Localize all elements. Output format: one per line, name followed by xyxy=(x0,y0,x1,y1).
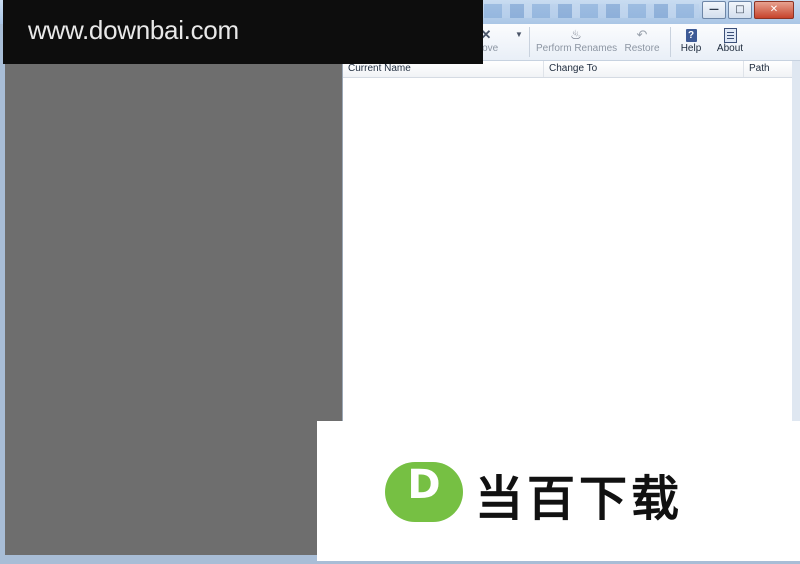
help-button[interactable]: ? Help xyxy=(676,26,706,58)
column-header-change-to[interactable]: Change To xyxy=(544,61,744,77)
maximize-button[interactable]: □ xyxy=(728,1,752,19)
window-frame-right xyxy=(792,61,800,421)
perform-renames-icon: ♨ xyxy=(570,27,582,42)
help-label: Help xyxy=(680,43,702,54)
toolbar-separator xyxy=(670,27,671,57)
rename-list[interactable]: Current Name Change To Path xyxy=(342,61,793,421)
help-icon: ? xyxy=(676,27,706,43)
logo-text: 当百下载 xyxy=(475,471,684,527)
toolbar-separator xyxy=(529,27,530,57)
logo-d-icon: D xyxy=(385,462,463,522)
chevron-down-icon: ▼ xyxy=(515,30,523,39)
about-button[interactable]: About xyxy=(713,26,747,58)
perform-renames-button[interactable]: ♨ Perform Renames xyxy=(536,26,618,58)
remove-dropdown-button[interactable]: ▼ xyxy=(514,26,524,58)
restore-button[interactable]: ↶ Restore xyxy=(622,26,662,58)
window-controls: — □ ✕ xyxy=(700,1,794,19)
left-panel xyxy=(5,61,340,551)
about-label: About xyxy=(716,43,744,54)
about-icon xyxy=(713,27,747,44)
close-button[interactable]: ✕ xyxy=(754,1,794,19)
restore-label: Restore xyxy=(624,43,660,54)
watermark-logo-banner: D 当百下载 xyxy=(317,421,800,561)
watermark-url-banner: www.downbai.com xyxy=(3,0,483,64)
logo-letter: D xyxy=(407,462,441,508)
watermark-url: www.downbai.com xyxy=(28,15,239,45)
minimize-button[interactable]: — xyxy=(702,1,726,19)
column-header-path[interactable]: Path xyxy=(744,61,793,77)
perform-renames-label: Perform Renames xyxy=(536,43,618,54)
undo-icon: ↶ xyxy=(636,27,648,42)
window-title-blurred xyxy=(484,4,699,18)
